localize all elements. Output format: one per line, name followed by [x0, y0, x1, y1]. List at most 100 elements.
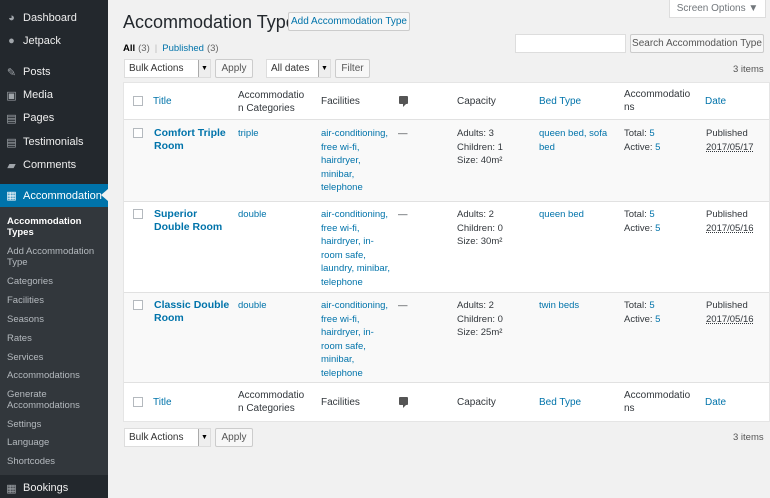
bed-type-link[interactable]: queen bed	[539, 208, 584, 222]
facility-link[interactable]: telephone	[321, 367, 396, 381]
facility-link[interactable]: free wi-fi,	[321, 222, 396, 236]
bed-type-link[interactable]: twin beds	[539, 299, 579, 313]
submenu-rates[interactable]: Rates	[7, 333, 105, 344]
total-link[interactable]: 5	[649, 128, 654, 139]
row-checkbox[interactable]	[133, 128, 143, 138]
facility-link[interactable]: room safe,	[321, 340, 396, 354]
row-title-line2: Room	[154, 312, 184, 324]
bed-type-link[interactable]: queen bed, sofa	[539, 127, 607, 141]
facility-link[interactable]: air-conditioning,	[321, 208, 396, 222]
facility-link[interactable]: hairdryer,	[321, 154, 396, 168]
search-button[interactable]: Search Accommodation Type	[630, 34, 764, 53]
bulk-actions-select-top[interactable]: Bulk Actions ▼	[124, 59, 211, 78]
row-status: Published	[706, 209, 748, 220]
apply-button-bottom[interactable]: Apply	[215, 428, 253, 447]
facility-link[interactable]: minibar,	[321, 353, 396, 367]
row-accommodations: Total: 5 Active: 5	[624, 299, 660, 326]
facility-link[interactable]: telephone	[321, 181, 396, 195]
column-bed-type-header[interactable]: Bed Type	[539, 95, 581, 108]
comments-column-icon	[399, 96, 408, 107]
filter-button[interactable]: Filter	[335, 59, 370, 78]
submenu-accommodation-types[interactable]: Accommodation Types	[7, 216, 105, 238]
column-title-header[interactable]: Title	[153, 95, 172, 108]
active-link[interactable]: 5	[655, 142, 660, 153]
menu-label: Accommodation	[23, 189, 102, 202]
select-all-checkbox[interactable]	[133, 96, 143, 106]
row-facilities: air-conditioning, free wi-fi, hairdryer,…	[321, 208, 396, 289]
row-comments: —	[398, 300, 408, 311]
row-category-link[interactable]: double	[238, 299, 267, 313]
filter-all-link[interactable]: All	[123, 43, 135, 54]
menu-media[interactable]: ▣ Media	[0, 84, 108, 106]
apply-button-top[interactable]: Apply	[215, 59, 253, 78]
menu-posts[interactable]: ✎ Posts	[0, 61, 108, 83]
bed-type-link[interactable]: bed	[539, 141, 607, 155]
search-input[interactable]	[515, 34, 626, 53]
bulk-actions-select-bottom[interactable]: Bulk Actions ▼	[124, 428, 211, 447]
row-checkbox[interactable]	[133, 300, 143, 310]
active-link[interactable]: 5	[655, 314, 660, 325]
building-icon: ▦	[6, 190, 17, 202]
menu-testimonials[interactable]: ▤ Testimonials	[0, 131, 108, 153]
menu-pages[interactable]: ▤ Pages	[0, 107, 108, 129]
filter-published-link[interactable]: Published	[162, 43, 204, 54]
menu-label: Posts	[23, 66, 51, 78]
submenu-add-accommodation-type[interactable]: Add Accommodation Type	[7, 246, 105, 268]
capacity-size: Size: 30m²	[457, 236, 503, 247]
facility-link[interactable]: laundry, minibar,	[321, 262, 396, 276]
row-category-link[interactable]: triple	[238, 127, 259, 141]
submenu-accommodations[interactable]: Accommodations	[7, 370, 105, 381]
menu-label: Comments	[23, 159, 77, 171]
column-date-footer[interactable]: Date	[705, 396, 726, 409]
facility-link[interactable]: telephone	[321, 276, 396, 290]
submenu-language[interactable]: Language	[7, 437, 105, 448]
row-facilities: air-conditioning, free wi-fi, hairdryer,…	[321, 127, 396, 195]
active-label: Active:	[624, 222, 653, 234]
column-date-header[interactable]: Date	[705, 95, 726, 108]
submenu-categories[interactable]: Categories	[7, 276, 105, 287]
menu-comments[interactable]: ▰ Comments	[0, 154, 108, 176]
column-accommodations-line2: ns	[624, 102, 635, 113]
select-all-checkbox-footer[interactable]	[133, 397, 143, 407]
row-category-link[interactable]: double	[238, 208, 267, 222]
facility-link[interactable]: free wi-fi,	[321, 141, 396, 155]
bulk-actions-value: Bulk Actions	[129, 63, 184, 74]
submenu-generate-accommodations[interactable]: Generate Accommodations	[7, 389, 105, 411]
row-title-link[interactable]: Comfort Triple Room	[154, 127, 226, 153]
facility-link[interactable]: room safe,	[321, 249, 396, 263]
submenu-settings[interactable]: Settings	[7, 419, 105, 430]
submenu-facilities[interactable]: Facilities	[7, 295, 105, 306]
total-link[interactable]: 5	[649, 300, 654, 311]
capacity-adults: Adults: 2	[457, 300, 494, 311]
dates-select[interactable]: All dates ▼	[266, 59, 331, 78]
row-title-line2: Double Room	[154, 221, 223, 233]
menu-label: Jetpack	[23, 35, 61, 47]
row-title-line1: Comfort Triple	[154, 127, 226, 139]
menu-bookings[interactable]: ▦ Bookings	[0, 477, 108, 498]
menu-label: Pages	[23, 112, 55, 124]
row-title-link[interactable]: Classic Double Room	[154, 299, 229, 325]
add-accommodation-type-button[interactable]: Add Accommodation Type	[288, 12, 410, 31]
column-title-footer[interactable]: Title	[153, 396, 172, 409]
total-link[interactable]: 5	[649, 209, 654, 220]
row-title-link[interactable]: Superior Double Room	[154, 208, 222, 234]
menu-dashboard[interactable]: ◕ Dashboard	[0, 7, 108, 29]
facility-link[interactable]: free wi-fi,	[321, 313, 396, 327]
facility-link[interactable]: air-conditioning,	[321, 127, 396, 141]
row-checkbox[interactable]	[133, 209, 143, 219]
facility-link[interactable]: hairdryer, in-	[321, 326, 396, 340]
screen-options-button[interactable]: Screen Options ▼	[669, 0, 766, 18]
active-link[interactable]: 5	[655, 223, 660, 234]
menu-accommodation[interactable]: ▦ Accommodation	[0, 184, 108, 207]
page-title: Accommodation Types	[123, 12, 305, 32]
column-bed-type-footer[interactable]: Bed Type	[539, 396, 581, 409]
submenu-shortcodes[interactable]: Shortcodes	[7, 456, 105, 467]
row-accommodations: Total: 5 Active: 5	[624, 208, 660, 235]
submenu-services[interactable]: Services	[7, 352, 105, 363]
submenu-seasons[interactable]: Seasons	[7, 314, 105, 325]
filter-separator: |	[154, 43, 158, 54]
facility-link[interactable]: minibar,	[321, 168, 396, 182]
facility-link[interactable]: hairdryer, in-	[321, 235, 396, 249]
facility-link[interactable]: air-conditioning,	[321, 299, 396, 313]
menu-jetpack[interactable]: ● Jetpack	[0, 30, 108, 52]
